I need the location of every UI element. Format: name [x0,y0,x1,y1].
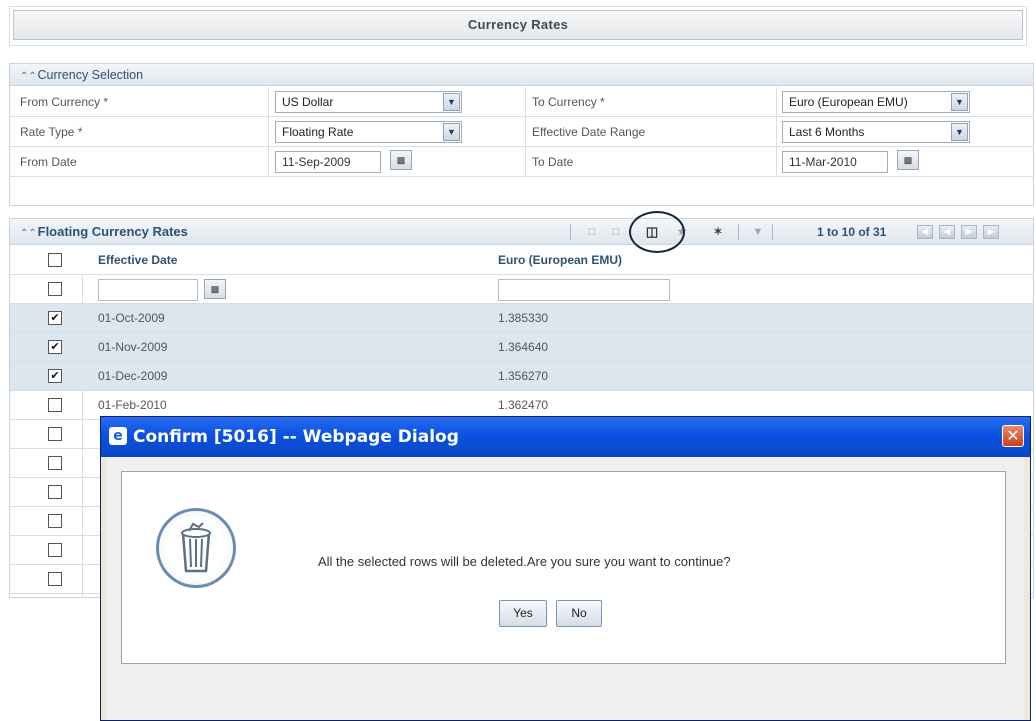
chevron-down-icon[interactable]: ▼ [951,93,968,111]
row-checkbox-checked[interactable]: ✔ [48,369,62,383]
trash-icon [156,508,236,588]
from-date-input[interactable]: 11-Sep-2009 [275,151,381,173]
from-currency-label: From Currency * [20,95,109,109]
next-page-icon[interactable]: ▶ [961,225,977,239]
confirm-dialog: e Confirm [5016] -- Webpage Dialog ✕ All… [100,416,1031,721]
edit-icon[interactable]: □ [608,224,624,240]
table-row[interactable]: ✔ 01-Oct-2009 1.385330 [10,304,1033,333]
to-currency-label: To Currency * [532,95,605,109]
pager-text: 1 to 10 of 31 [817,225,887,239]
from-currency-select[interactable]: US Dollar ▼ [275,91,462,113]
currency-selection-title: Currency Selection [37,68,144,82]
rate-filter-input[interactable] [498,279,670,301]
from-date-label: From Date [20,155,77,169]
row-checkbox[interactable] [48,456,62,470]
selection-row-rate: Rate Type * Floating Rate ▼ Effective Da… [10,117,1033,147]
page-title-container: Currency Rates [9,6,1027,46]
select-all-checkbox[interactable] [48,253,62,267]
row-checkbox-checked[interactable]: ✔ [48,311,62,325]
collapse-icon[interactable]: ⌃⌃ [20,66,37,88]
ie-icon: e [109,427,127,445]
collapse-icon[interactable]: ⌃⌃ [20,221,37,247]
selection-row-dates: From Date 11-Sep-2009 ▩ To Date 11-Mar-2… [10,147,1033,177]
selection-row-currency: From Currency * US Dollar ▼ To Currency … [10,87,1033,117]
calendar-icon[interactable]: ▩ [204,279,226,299]
floating-rates-header: ⌃⌃ Floating Currency Rates □ □ ◫ ★ ✶ ▼ 1… [10,219,1033,245]
run-icon[interactable]: ✶ [710,224,726,240]
yes-button[interactable]: Yes [499,600,547,627]
row-checkbox[interactable] [48,485,62,499]
row-checkbox[interactable] [48,427,62,441]
dialog-body: All the selected rows will be deleted.Ar… [107,457,1024,720]
column-header-rate[interactable]: Euro (European EMU) [498,246,622,275]
row-checkbox[interactable] [48,572,62,586]
chevron-down-icon[interactable]: ▼ [951,123,968,141]
row-checkbox[interactable] [48,398,62,412]
row-checkbox[interactable] [48,282,62,296]
row-checkbox-checked[interactable]: ✔ [48,340,62,354]
chevron-down-icon[interactable]: ▼ [443,123,460,141]
currency-selection-header[interactable]: ⌃⌃ Currency Selection [10,64,1033,86]
currency-selection-panel: ⌃⌃ Currency Selection From Currency * US… [9,63,1034,206]
row-checkbox[interactable] [48,514,62,528]
calendar-icon[interactable]: ▩ [390,150,412,170]
row-checkbox[interactable] [48,543,62,557]
column-header-date[interactable]: Effective Date [98,246,177,275]
to-date-input[interactable]: 11-Mar-2010 [782,151,888,173]
no-button[interactable]: No [556,600,602,627]
filter-icon[interactable]: ▼ [750,224,766,240]
chevron-down-icon[interactable]: ▼ [443,93,460,111]
prev-page-icon[interactable]: ◀ [939,225,955,239]
date-filter-input[interactable] [98,279,198,301]
page-title: Currency Rates [13,10,1023,40]
dialog-title-bar[interactable]: e Confirm [5016] -- Webpage Dialog ✕ [101,417,1030,457]
floating-rates-title: Floating Currency Rates [37,224,188,239]
to-date-label: To Date [532,155,574,169]
dialog-message: All the selected rows will be deleted.Ar… [318,554,731,569]
rate-type-label: Rate Type * [20,125,83,139]
grid-header-row: Effective Date Euro (European EMU) [10,246,1033,275]
table-row[interactable]: ✔ 01-Dec-2009 1.356270 [10,362,1033,391]
date-range-label: Effective Date Range [532,125,646,139]
highlight-circle [629,211,685,253]
dialog-title: Confirm [5016] -- Webpage Dialog [133,427,459,447]
calendar-icon[interactable]: ▩ [897,150,919,170]
rate-type-select[interactable]: Floating Rate ▼ [275,121,462,143]
filter-row: ▩ [10,275,1033,304]
table-row[interactable]: ✔ 01-Nov-2009 1.364640 [10,333,1033,362]
close-icon[interactable]: ✕ [1002,425,1024,447]
date-range-select[interactable]: Last 6 Months ▼ [782,121,970,143]
first-page-icon[interactable]: ◀ [917,225,933,239]
add-icon[interactable]: □ [584,224,600,240]
last-page-icon[interactable]: ▶ [983,225,999,239]
to-currency-select[interactable]: Euro (European EMU) ▼ [782,91,970,113]
dialog-content: All the selected rows will be deleted.Ar… [121,471,1006,664]
